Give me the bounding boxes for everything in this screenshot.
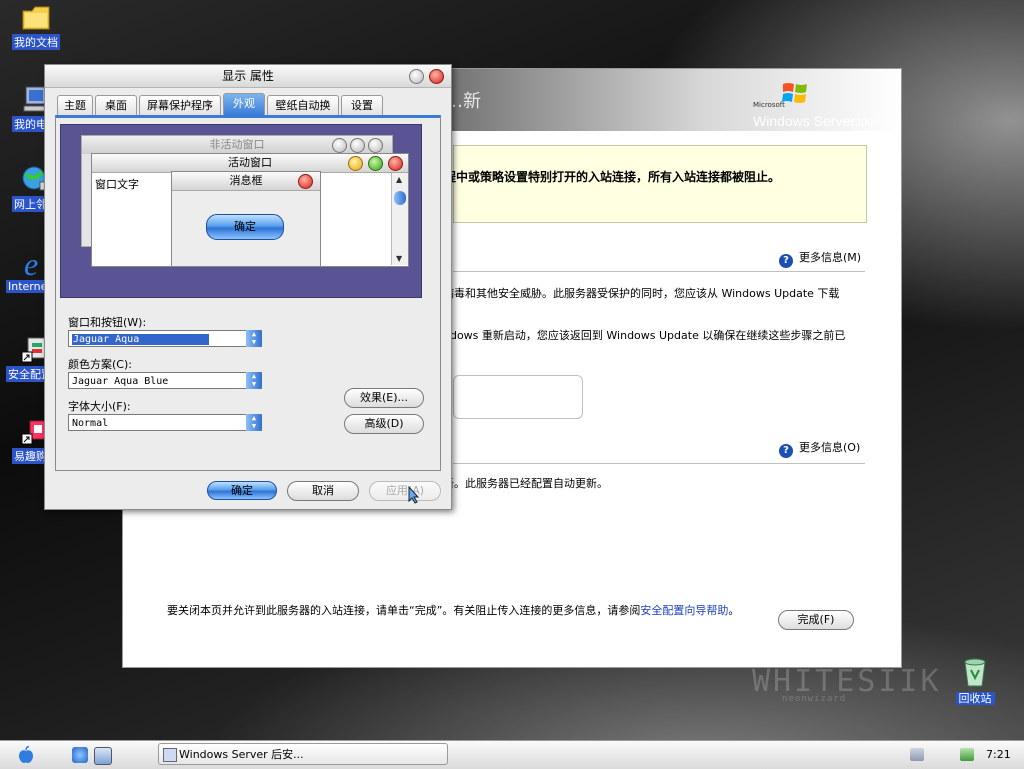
recycle-bin-icon[interactable]: 回收站 <box>948 656 1002 706</box>
font-size-value: Normal <box>72 418 109 429</box>
tab-desktop[interactable]: 桌面 <box>95 95 137 115</box>
recycle-bin-label: 回收站 <box>955 692 995 705</box>
ok-button[interactable]: 确定 <box>207 481 277 500</box>
preview-ok-button: 确定 <box>206 214 284 240</box>
close-icon <box>298 174 313 189</box>
folder-icon <box>22 6 50 30</box>
display-properties-dialog: 显示 属性 主题 桌面 屏幕保护程序 外观 壁纸自动换 设置 非活动窗口 活动窗… <box>44 64 452 510</box>
more-info-label: 更多信息(O) <box>799 441 861 454</box>
preview-scrollbar: ▲ ▼ <box>391 173 408 265</box>
footnote: 要关闭本页并允许到此服务器的入站连接，请单击“完成”。有关阻止传入连接的更多信息… <box>167 603 767 618</box>
zoom-icon <box>368 156 383 171</box>
font-size-label: 字体大小(F): <box>68 400 131 413</box>
keyboard-tray-icon[interactable] <box>910 748 924 761</box>
more-info-link-o[interactable]: ? 更多信息(O) <box>779 439 860 458</box>
dialog-title-bar[interactable]: 显示 属性 <box>45 65 451 88</box>
scroll-thumb <box>394 191 406 205</box>
wizard-help-link[interactable]: 安全配置向导帮助 <box>640 604 728 617</box>
tab-theme[interactable]: 主题 <box>57 95 93 115</box>
window-icon <box>163 748 177 762</box>
windows-flag-icon <box>782 83 807 103</box>
close-icon[interactable] <box>429 69 444 84</box>
divider <box>453 463 865 464</box>
network-tray-icon[interactable] <box>960 748 974 761</box>
logo-text: Windows Server2003 <box>753 113 880 129</box>
dialog-title: 显示 属性 <box>222 69 274 83</box>
desktop-watermark: WHITESIIK neonwizard <box>752 664 942 704</box>
trash-icon <box>964 658 986 687</box>
updown-arrow-icon: ▲ ▼ <box>246 372 262 389</box>
window-text-sample: 窗口文字 <box>95 178 139 191</box>
scroll-down-icon: ▼ <box>396 254 403 263</box>
appearance-panel: 非活动窗口 活动窗口 窗口文字 ▲ ▼ 消息框 确定 窗口和按钮(W): Jag… <box>55 115 441 471</box>
svg-text:e: e <box>24 248 38 278</box>
finish-button[interactable]: 完成(F) <box>778 610 854 630</box>
mouse-cursor-icon <box>408 486 420 504</box>
windows-server-logo: Microsoft Windows Server2003 <box>753 79 883 131</box>
minimize-icon <box>348 156 363 171</box>
updown-arrow-icon: ▲ ▼ <box>246 414 262 431</box>
footnote-end: 。 <box>728 604 740 617</box>
inactive-window-button-icon <box>350 138 365 153</box>
clock: 7:21 <box>986 748 1011 761</box>
windows-buttons-value: Jaguar Aqua <box>72 334 210 345</box>
font-size-select[interactable]: Normal ▲ ▼ <box>68 414 262 431</box>
preview-message-box: 消息框 确定 <box>171 171 321 267</box>
taskbar: Windows Server 后安... 7:21 <box>0 740 1024 769</box>
appearance-preview: 非活动窗口 活动窗口 窗口文字 ▲ ▼ 消息框 确定 <box>60 124 422 298</box>
close-icon <box>388 156 403 171</box>
color-scheme-value: Jaguar Aqua Blue <box>72 376 169 387</box>
footnote-text: 要关闭本页并允许到此服务器的入站连接，请单击“完成”。有关阻止传入连接的更多信息… <box>167 604 641 617</box>
tab-settings[interactable]: 设置 <box>341 95 383 115</box>
help-icon: ? <box>779 254 793 268</box>
inactive-window-button-icon <box>368 138 383 153</box>
tab-screensaver[interactable]: 屏幕保护程序 <box>139 95 221 115</box>
microsoft-text: Microsoft <box>753 101 785 109</box>
scroll-up-icon: ▲ <box>396 175 403 184</box>
my-documents-icon[interactable]: 我的文档 <box>6 2 66 53</box>
color-scheme-select[interactable]: Jaguar Aqua Blue ▲ ▼ <box>68 372 262 389</box>
warning-box: 程中或策略设置特别打开的入站连接，所有入站连接都被阻止。 <box>444 145 867 223</box>
inactive-window-button-icon <box>332 138 347 153</box>
info-paragraph-2: ndows 重新启动，您应该返回到 Windows Update 以确保在继续这… <box>443 329 846 342</box>
more-info-link-m[interactable]: ? 更多信息(M) <box>779 249 861 268</box>
desktop-icon-label: 我的文档 <box>12 34 60 50</box>
cancel-button[interactable]: 取消 <box>287 481 359 501</box>
tab-appearance[interactable]: 外观 <box>223 93 265 115</box>
help-button-icon[interactable] <box>409 69 424 84</box>
apply-button[interactable]: 应用(A) <box>369 481 441 501</box>
help-icon: ? <box>779 444 793 458</box>
divider <box>453 271 865 272</box>
advanced-button[interactable]: 高级(D) <box>344 414 424 434</box>
ie-quicklaunch-icon[interactable] <box>72 747 88 763</box>
taskbar-task-wizard[interactable]: Windows Server 后安... <box>158 743 448 765</box>
tab-wallpaper-changer[interactable]: 壁纸自动换 <box>267 95 339 115</box>
info-paragraph-3: 新。此服务器已经配置自动更新。 <box>443 477 608 490</box>
warning-text: 程中或策略设置特别打开的入站连接，所有入站连接都被阻止。 <box>444 170 781 184</box>
task-label: Windows Server 后安... <box>179 748 304 761</box>
color-scheme-label: 颜色方案(C): <box>68 358 132 371</box>
empty-panel <box>453 375 583 419</box>
more-info-label: 更多信息(M) <box>799 251 862 264</box>
windows-buttons-label: 窗口和按钮(W): <box>68 316 147 329</box>
info-paragraph-1: 病毒和其他安全威胁。此服务器受保护的同时，您应该从 Windows Update… <box>443 287 840 300</box>
apple-start-icon[interactable] <box>18 745 34 768</box>
effects-button[interactable]: 效果(E)... <box>344 388 424 408</box>
desktop-quicklaunch-icon[interactable] <box>94 747 112 765</box>
updown-arrow-icon: ▲ ▼ <box>246 330 262 347</box>
windows-buttons-select[interactable]: Jaguar Aqua ▲ ▼ <box>68 330 262 347</box>
